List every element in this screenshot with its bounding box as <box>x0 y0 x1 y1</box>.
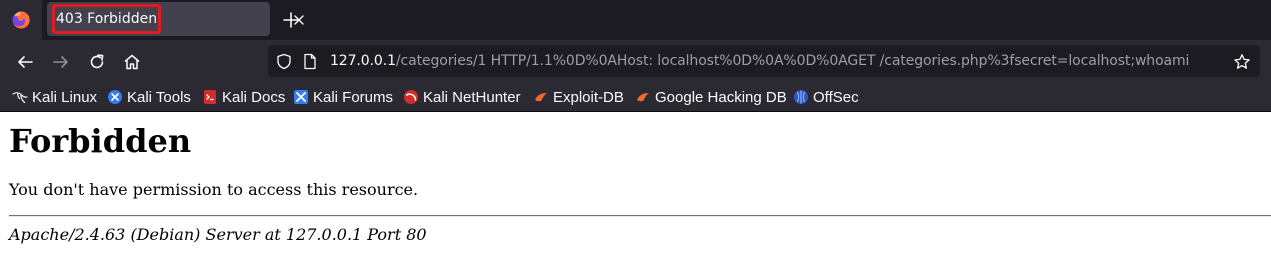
kali-tools-icon <box>108 90 122 104</box>
bookmark-kali-nethunter[interactable]: Kali NetHunter <box>403 88 521 106</box>
bookmark-kali-docs[interactable]: Kali Docs <box>202 88 285 106</box>
bookmark-label: OffSec <box>813 88 859 106</box>
plus-icon[interactable] <box>281 10 301 30</box>
bookmark-kali-linux[interactable]: Kali Linux <box>12 88 97 106</box>
kali-forums-icon <box>294 90 308 104</box>
server-signature: Apache/2.4.63 (Debian) Server at 127.0.0… <box>9 225 427 244</box>
offsec-icon <box>794 90 808 104</box>
star-icon[interactable] <box>1233 53 1251 71</box>
bookmark-label: Kali Docs <box>222 88 286 106</box>
url-input[interactable]: 127.0.0.1/categories/1 HTTP/1.1%0D%0AHos… <box>330 53 1189 69</box>
tab-strip: 403 Forbidden <box>0 0 1271 40</box>
url-bar[interactable]: 127.0.0.1/categories/1 HTTP/1.1%0D%0AHos… <box>268 45 1260 77</box>
bookmark-label: Kali Tools <box>127 88 191 106</box>
firefox-view-button[interactable] <box>0 0 42 40</box>
page-content: Forbidden You don't have permission to a… <box>0 113 1271 258</box>
tab-highlight-box <box>52 4 161 34</box>
kali-nethunter-icon <box>404 90 418 104</box>
page-title: Forbidden <box>9 122 192 160</box>
bookmark-label: Kali Forums <box>313 88 394 106</box>
page-icon[interactable] <box>303 53 317 70</box>
bookmarks-toolbar: Kali Linux Kali Tools Kali Docs Kali For… <box>0 83 1271 112</box>
firefox-icon <box>12 11 30 29</box>
bookmark-label: Exploit-DB <box>553 88 624 106</box>
divider <box>9 215 1271 217</box>
exploit-db-icon <box>535 93 547 102</box>
home-icon[interactable] <box>122 52 142 72</box>
url-path: /categories/1 HTTP/1.1%0D%0AHost: localh… <box>395 53 1190 69</box>
forward-arrow-icon[interactable] <box>51 52 71 72</box>
bookmark-kali-forums[interactable]: Kali Forums <box>293 88 393 106</box>
ghdb-icon <box>637 93 649 102</box>
kali-docs-icon <box>204 90 216 104</box>
reload-icon[interactable] <box>87 52 107 72</box>
url-host: 127.0.0.1 <box>330 53 396 69</box>
nav-toolbar: 127.0.0.1/categories/1 HTTP/1.1%0D%0AHos… <box>0 40 1271 83</box>
kali-dragon-icon <box>12 92 28 104</box>
error-message: You don't have permission to access this… <box>9 180 419 199</box>
bookmark-offsec[interactable]: OffSec <box>793 88 859 106</box>
bookmark-exploit-db[interactable]: Exploit-DB <box>533 88 624 106</box>
bookmark-label: Kali Linux <box>32 88 98 106</box>
back-arrow-icon[interactable] <box>15 52 35 72</box>
shield-icon[interactable] <box>276 53 292 70</box>
bookmark-kali-tools[interactable]: Kali Tools <box>107 88 191 106</box>
bookmark-google-hacking-db[interactable]: Google Hacking DB <box>635 88 787 106</box>
bookmark-label: Kali NetHunter <box>423 88 521 106</box>
bookmark-label: Google Hacking DB <box>655 88 787 106</box>
